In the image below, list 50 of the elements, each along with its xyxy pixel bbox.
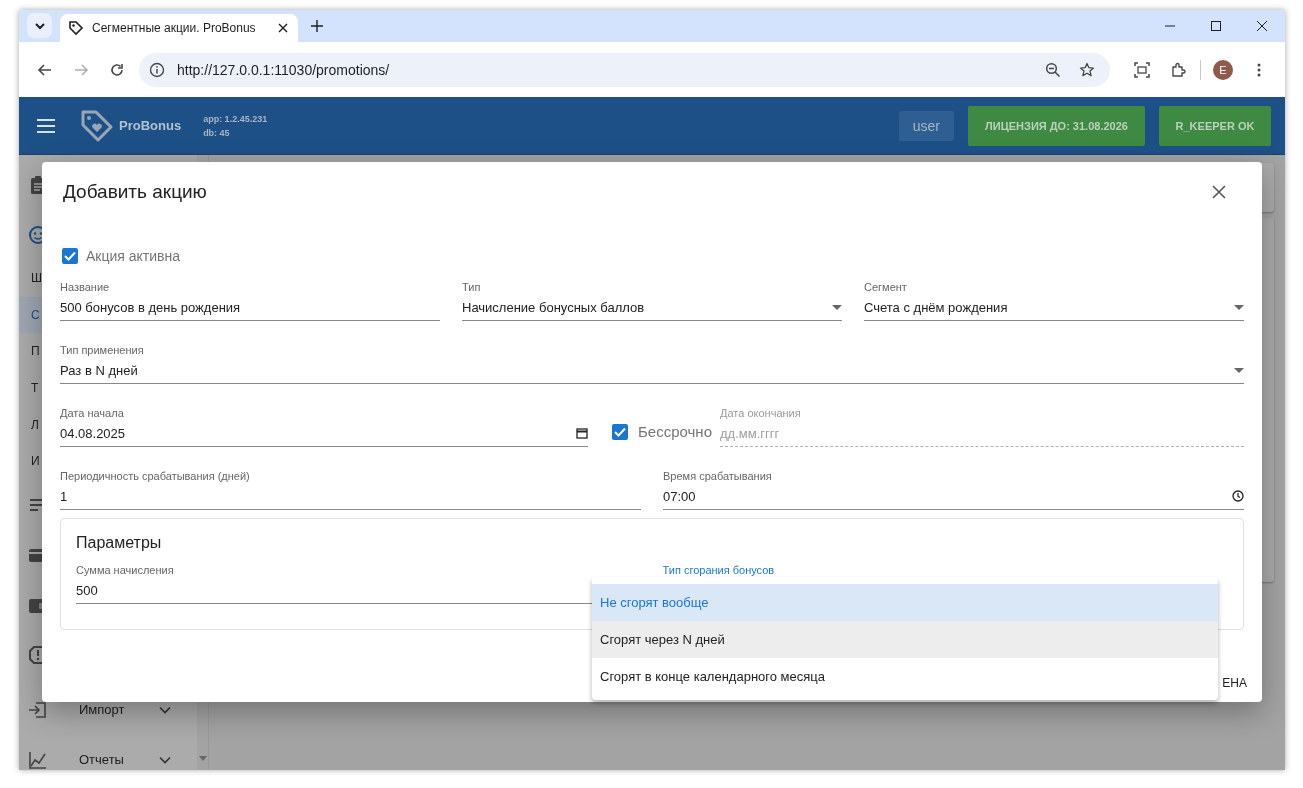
menu-option[interactable]: Сгорят через N дней [592, 621, 1218, 658]
date-field[interactable]: Дата начала 04.08.2025 [60, 406, 588, 447]
brand-name: ProBonus [119, 118, 182, 133]
forward-icon [73, 61, 89, 78]
cancel-button[interactable]: ЕНА [1222, 672, 1247, 694]
dialog-title: Добавить акцию [63, 181, 207, 203]
url-text: http://127.0.0.1:11030/promotions/ [177, 61, 391, 78]
tag-icon [68, 20, 84, 36]
maximize-icon [1211, 21, 1221, 31]
zoom-out-icon [1045, 61, 1061, 78]
tab-title: Сегментные акции. ProBonus [92, 21, 257, 35]
menu-option[interactable]: Сгорят в конце календарного месяца [592, 658, 1218, 695]
chart-icon [28, 749, 48, 770]
time-field[interactable]: Время срабатывания 07:00 [663, 469, 1244, 510]
nav-item[interactable]: Импорт [79, 702, 159, 718]
profile-avatar[interactable]: E [1213, 59, 1233, 80]
db-version: db: 45 [203, 127, 231, 138]
dropdown-arrow-icon[interactable] [1234, 367, 1244, 373]
nav-item[interactable]: Отчеты [79, 752, 159, 768]
checkbox[interactable] [612, 423, 628, 440]
close-icon[interactable] [278, 23, 288, 33]
text-field[interactable]: Название 500 бонусов в день рождения [60, 280, 440, 321]
dropdown-arrow-icon[interactable] [1234, 304, 1244, 310]
checkbox-label: Акция активна [86, 248, 181, 264]
menu-icon [37, 118, 55, 133]
app-version: app: 1.2.45.231 [203, 113, 268, 124]
info-icon [149, 61, 165, 78]
tab-list-button[interactable] [27, 13, 52, 38]
screenshot-icon [1134, 61, 1150, 78]
extensions-icon [1170, 61, 1186, 78]
address-bar[interactable]: http://127.0.0.1:11030/promotions/ [139, 52, 1110, 87]
plus-icon [311, 20, 323, 32]
star-icon [1079, 61, 1095, 78]
card-title: Параметры [76, 533, 163, 553]
reload-icon [109, 61, 125, 78]
import-icon [28, 699, 48, 720]
dropdown-arrow-icon[interactable] [832, 304, 842, 310]
back-icon [37, 61, 53, 78]
browser-tab[interactable]: Сегментные акции. ProBonus [60, 14, 298, 42]
clock-icon[interactable] [1232, 490, 1244, 502]
text-field[interactable]: Периодичность срабатывания (дней) 1 [60, 469, 641, 510]
checkbox[interactable] [62, 248, 78, 264]
select-field[interactable]: Тип применения Раз в N дней [60, 343, 1244, 384]
checkbox-label: Бессрочно [638, 423, 712, 440]
select-field[interactable]: Сегмент Счета с днём рождения [864, 280, 1244, 321]
close-icon [1212, 185, 1226, 199]
close-icon [1257, 21, 1267, 31]
menu-option[interactable]: Не сгорят вообще [592, 584, 1218, 621]
select-field[interactable]: Тип Начисление бонусных баллов [462, 280, 842, 321]
calendar-icon[interactable] [576, 427, 588, 439]
